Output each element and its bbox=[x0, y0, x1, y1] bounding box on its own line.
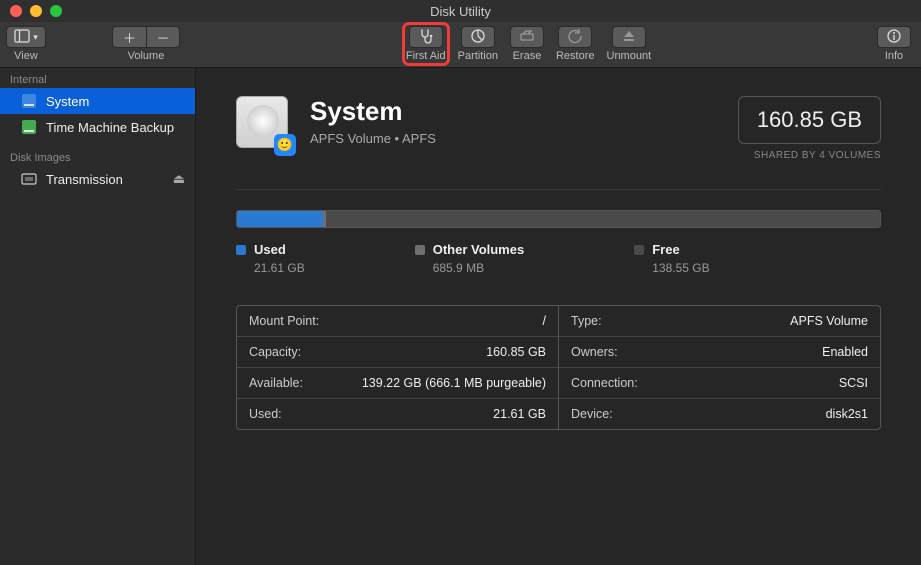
detail-row: Mount Point:/ bbox=[237, 306, 558, 337]
details-table: Mount Point:/ Capacity:160.85 GB Availab… bbox=[236, 305, 881, 430]
volume-name: System bbox=[310, 96, 436, 127]
unmount-label: Unmount bbox=[607, 50, 652, 62]
sidebar-item-transmission[interactable]: Transmission ⏏ bbox=[0, 166, 195, 192]
usage-seg-used bbox=[237, 211, 323, 227]
restore-icon bbox=[567, 28, 583, 47]
legend-item-other: Other Volumes 685.9 MB bbox=[415, 242, 525, 275]
partition-label: Partition bbox=[458, 50, 498, 62]
chevron-down-icon: ▾ bbox=[33, 32, 38, 43]
legend-label: Other Volumes bbox=[433, 242, 525, 257]
volume-subtitle: APFS Volume • APFS bbox=[310, 131, 436, 146]
legend-swatch bbox=[236, 245, 246, 255]
volume-icon bbox=[20, 92, 38, 110]
detail-row: Available:139.22 GB (666.1 MB purgeable) bbox=[237, 368, 558, 399]
erase-button[interactable] bbox=[510, 26, 544, 48]
finder-badge-icon: 🙂 bbox=[274, 134, 296, 156]
volume-label: Volume bbox=[128, 50, 165, 62]
info-label: Info bbox=[885, 50, 903, 62]
detail-row: Used:21.61 GB bbox=[237, 399, 558, 429]
usage-seg-free bbox=[326, 211, 880, 227]
sidebar-header-internal: Internal bbox=[0, 68, 195, 88]
legend-label: Used bbox=[254, 242, 286, 257]
toolbar: ▾ View ＋ － Volume First Aid Partition bbox=[0, 22, 921, 68]
diskimage-icon bbox=[20, 170, 38, 188]
volume-shared-note: SHARED BY 4 VOLUMES bbox=[738, 150, 881, 161]
legend-item-free: Free 138.55 GB bbox=[634, 242, 709, 275]
legend-label: Free bbox=[652, 242, 679, 257]
first-aid-button[interactable] bbox=[409, 26, 443, 48]
sidebar-item-label: System bbox=[46, 94, 89, 109]
volume-icon bbox=[20, 118, 38, 136]
view-label: View bbox=[14, 50, 38, 62]
eject-icon[interactable]: ⏏ bbox=[173, 171, 185, 187]
volume-add-button[interactable]: ＋ bbox=[112, 26, 146, 48]
sidebar-item-time-machine[interactable]: Time Machine Backup bbox=[0, 114, 195, 140]
detail-row: Connection:SCSI bbox=[559, 368, 880, 399]
detail-row: Device:disk2s1 bbox=[559, 399, 880, 429]
legend-value: 138.55 GB bbox=[652, 261, 709, 275]
sidebar-item-system[interactable]: System bbox=[0, 88, 195, 114]
pie-icon bbox=[470, 28, 486, 47]
erase-label: Erase bbox=[513, 50, 542, 62]
volume-remove-button[interactable]: － bbox=[146, 26, 180, 48]
legend-swatch bbox=[634, 245, 644, 255]
unmount-button[interactable] bbox=[612, 26, 646, 48]
usage-legend: Used 21.61 GB Other Volumes 685.9 MB Fre… bbox=[236, 242, 881, 275]
detail-row: Owners:Enabled bbox=[559, 337, 880, 368]
eject-icon bbox=[621, 28, 637, 47]
legend-value: 21.61 GB bbox=[254, 261, 305, 275]
volume-hero-icon: 🙂 bbox=[236, 96, 292, 152]
partition-button[interactable] bbox=[461, 26, 495, 48]
view-button[interactable]: ▾ bbox=[6, 26, 46, 48]
legend-swatch bbox=[415, 245, 425, 255]
window-title: Disk Utility bbox=[0, 4, 921, 19]
detail-row: Type:APFS Volume bbox=[559, 306, 880, 337]
detail-row: Capacity:160.85 GB bbox=[237, 337, 558, 368]
titlebar: Disk Utility bbox=[0, 0, 921, 22]
info-button[interactable] bbox=[877, 26, 911, 48]
restore-button[interactable] bbox=[558, 26, 592, 48]
first-aid-label: First Aid bbox=[406, 50, 446, 62]
restore-label: Restore bbox=[556, 50, 595, 62]
sidebar-icon bbox=[14, 28, 30, 47]
content-pane: 🙂 System APFS Volume • APFS 160.85 GB SH… bbox=[196, 68, 921, 565]
usage-bar bbox=[236, 210, 881, 228]
legend-value: 685.9 MB bbox=[433, 261, 525, 275]
legend-item-used: Used 21.61 GB bbox=[236, 242, 305, 275]
sidebar: Internal System Time Machine Backup Disk… bbox=[0, 68, 196, 565]
minus-icon: － bbox=[156, 28, 169, 47]
sidebar-header-diskimages: Disk Images bbox=[0, 146, 195, 166]
stethoscope-icon bbox=[418, 28, 434, 47]
erase-icon bbox=[519, 28, 535, 47]
volume-capacity: 160.85 GB bbox=[738, 96, 881, 144]
info-icon bbox=[886, 28, 902, 47]
plus-icon: ＋ bbox=[123, 28, 136, 47]
sidebar-item-label: Time Machine Backup bbox=[46, 120, 174, 135]
divider bbox=[236, 189, 881, 190]
sidebar-item-label: Transmission bbox=[46, 172, 123, 187]
